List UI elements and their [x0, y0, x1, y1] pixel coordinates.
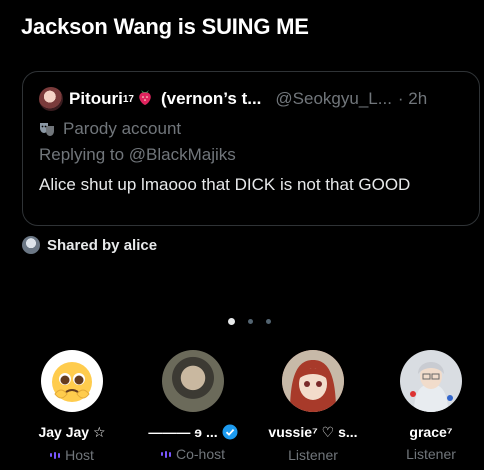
verified-badge-icon	[222, 424, 238, 440]
quoted-post-text: Alice shut up lmaooo that DICK is not th…	[39, 175, 411, 194]
author-name-suffix: (vernon’s t...	[160, 89, 262, 108]
participant-host[interactable]: Jay Jay ☆ Host	[14, 350, 130, 463]
photo-avatar-2	[400, 350, 462, 412]
theater-mask-icon	[40, 123, 54, 136]
quoted-post-header: Pitouri 17 (vernon’s t... @Seokgyu_L... …	[39, 86, 463, 112]
parody-label: Parody account	[39, 116, 463, 142]
speaking-bars-icon	[160, 450, 171, 458]
shared-by[interactable]: Shared by alice	[22, 236, 157, 254]
author-handle[interactable]: @Seokgyu_L...	[275, 89, 392, 109]
participant-role-text: Host	[65, 447, 94, 463]
photo-avatar	[162, 350, 224, 412]
sharer-avatar	[22, 236, 40, 254]
replying-to[interactable]: Replying to @BlackMajiks	[39, 145, 463, 169]
participant-name-row: ——— ɘ ...	[135, 424, 251, 440]
pager-dot[interactable]	[266, 319, 271, 324]
pager-dot[interactable]	[248, 319, 253, 324]
participant-name: Jay Jay ☆	[38, 424, 106, 440]
participant-name: grace⁷	[409, 424, 453, 440]
speaking-bars-icon	[50, 451, 61, 459]
participant-role: Host	[14, 447, 130, 463]
pleading-emoji-avatar	[41, 350, 103, 412]
participant-role-text: Listener	[406, 446, 456, 462]
participant-role: Listener	[373, 446, 484, 462]
author-name-superscript: 17	[122, 93, 134, 105]
pager-dots	[228, 318, 271, 325]
strawberry-icon	[137, 88, 153, 111]
author-avatar[interactable]	[39, 87, 63, 111]
participant-role-text: Listener	[288, 447, 338, 463]
pager-dot[interactable]	[228, 318, 235, 325]
participant-role: Listener	[255, 447, 371, 463]
participant-listener[interactable]: grace⁷ Listener	[373, 350, 484, 462]
parody-label-text: Parody account	[63, 119, 182, 138]
participant-cohost[interactable]: ——— ɘ ... Co-host	[135, 350, 251, 462]
post-timestamp[interactable]: · 2h	[398, 89, 427, 109]
author-name[interactable]: Pitouri	[69, 89, 123, 109]
shared-by-text: Shared by alice	[47, 236, 158, 254]
participant-role-text: Co-host	[175, 446, 226, 462]
participant-name: ——— ɘ ...	[148, 424, 218, 440]
participant-role: Co-host	[135, 446, 251, 462]
participant-name: vussie⁷ ♡ s...	[268, 424, 358, 440]
participant-listener[interactable]: vussie⁷ ♡ s... Listener	[255, 350, 371, 463]
anime-avatar	[282, 350, 344, 412]
quoted-post-card[interactable]: Pitouri 17 (vernon’s t... @Seokgyu_L... …	[22, 71, 480, 226]
space-title: Jackson Wang is SUING ME	[21, 14, 309, 39]
